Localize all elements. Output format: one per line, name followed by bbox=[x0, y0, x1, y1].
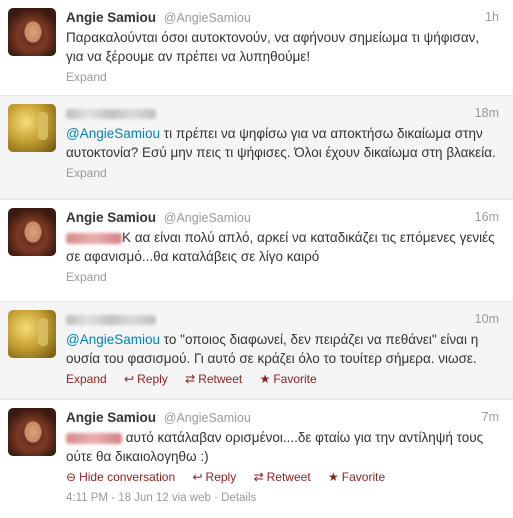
tweet-text: Παρακαλούνται όσοι αυτοκτονούν, να αφήνο… bbox=[66, 30, 480, 64]
hide-conversation-button[interactable]: ⊖ Hide conversation bbox=[66, 470, 175, 484]
reply-button[interactable]: ↩ Reply bbox=[124, 372, 168, 386]
fullname[interactable]: Angie Samiou bbox=[66, 410, 156, 425]
tweet-header: 18m bbox=[66, 104, 499, 123]
reply-label: Reply bbox=[205, 470, 237, 484]
tweet-header: Angie Samiou @AngieSamiou 7m bbox=[66, 408, 499, 427]
star-icon: ★ bbox=[259, 372, 271, 386]
retweet-icon: ⇄ bbox=[253, 470, 264, 484]
timestamp[interactable]: 1h bbox=[485, 8, 499, 27]
redacted-mention bbox=[66, 432, 122, 444]
favorite-button[interactable]: ★ Favorite bbox=[328, 470, 385, 484]
mention-link[interactable]: @AngieSamiou bbox=[66, 332, 160, 347]
tweet-body: Κ αα είναι πολύ απλό, αρκεί να καταδικάζ… bbox=[66, 230, 495, 264]
tweet-actions: Expand ↩ Reply ⇄ Retweet ★ Favorite bbox=[66, 370, 499, 388]
retweet-icon: ⇄ bbox=[185, 372, 196, 386]
username[interactable]: @AngieSamiou bbox=[164, 211, 251, 225]
favorite-label: Favorite bbox=[273, 372, 317, 386]
tweet-text: Κ αα είναι πολύ απλό, αρκεί να καταδικάζ… bbox=[66, 228, 499, 266]
conversation-timeline: Angie Samiou @AngieSamiou 1h Παρακαλούντ… bbox=[0, 0, 513, 518]
tweet-2[interactable]: 18m @AngieSamiou τι πρέπει να ψηφίσω για… bbox=[0, 96, 513, 200]
redacted-name bbox=[66, 315, 156, 326]
tweet-5[interactable]: Angie Samiou @AngieSamiou 7m αυτό κατάλα… bbox=[0, 400, 513, 518]
expand-link[interactable]: Expand bbox=[66, 270, 107, 284]
favorite-button[interactable]: ★ Favorite bbox=[260, 372, 317, 386]
hide-conversation-label: Hide conversation bbox=[79, 470, 176, 484]
timestamp[interactable]: 18m bbox=[475, 104, 499, 123]
tweet-1[interactable]: Angie Samiou @AngieSamiou 1h Παρακαλούντ… bbox=[0, 0, 513, 96]
expand-link[interactable]: Expand bbox=[66, 372, 107, 386]
avatar[interactable] bbox=[8, 208, 56, 256]
retweet-label: Retweet bbox=[266, 470, 311, 484]
favorite-label: Favorite bbox=[341, 470, 386, 484]
reply-icon: ↩ bbox=[192, 470, 203, 484]
reply-button[interactable]: ↩ Reply bbox=[192, 470, 236, 484]
tweet-content: Angie Samiou @AngieSamiou 7m αυτό κατάλα… bbox=[66, 408, 499, 504]
mention-link[interactable]: @AngieSamiou bbox=[66, 126, 160, 141]
tweet-content: 18m @AngieSamiou τι πρέπει να ψηφίσω για… bbox=[66, 104, 499, 182]
avatar[interactable] bbox=[8, 8, 56, 56]
tweet-header: 10m bbox=[66, 310, 499, 329]
reply-icon: ↩ bbox=[124, 372, 135, 386]
tweet-actions: Expand bbox=[66, 268, 499, 286]
tweet-actions: Expand bbox=[66, 164, 499, 182]
timestamp[interactable]: 10m bbox=[475, 310, 499, 329]
retweet-label: Retweet bbox=[198, 372, 243, 386]
username[interactable]: @AngieSamiou bbox=[164, 11, 251, 25]
tweet-text: αυτό κατάλαβαν ορισμένοι....δε φταίω για… bbox=[66, 428, 499, 466]
fullname[interactable]: Angie Samiou bbox=[66, 210, 156, 225]
expand-link[interactable]: Expand bbox=[66, 166, 107, 180]
tweet-4[interactable]: 10m @AngieSamiou το "οποιος διαφωνεί, δε… bbox=[0, 302, 513, 400]
tweet-header: Angie Samiou @AngieSamiou 1h bbox=[66, 8, 499, 27]
collapse-icon: ⊖ bbox=[66, 470, 77, 484]
tweet-text: @AngieSamiou τι πρέπει να ψηφίσω για να … bbox=[66, 124, 499, 162]
retweet-button[interactable]: ⇄ Retweet bbox=[185, 372, 242, 386]
tweet-content: Angie Samiou @AngieSamiou 16m Κ αα είναι… bbox=[66, 208, 499, 286]
redacted-mention bbox=[66, 232, 122, 244]
tweet-body: αυτό κατάλαβαν ορισμένοι....δε φταίω για… bbox=[66, 430, 484, 464]
redacted-name bbox=[66, 109, 156, 120]
avatar[interactable] bbox=[8, 408, 56, 456]
avatar[interactable] bbox=[8, 104, 56, 152]
tweet-text: @AngieSamiou το "οποιος διαφωνεί, δεν πε… bbox=[66, 330, 499, 368]
tweet-header: Angie Samiou @AngieSamiou 16m bbox=[66, 208, 499, 227]
tweet-actions: ⊖ Hide conversation ↩ Reply ⇄ Retweet ★ Favo… bbox=[66, 468, 499, 486]
tweet-content: Angie Samiou @AngieSamiou 1h Παρακαλούντ… bbox=[66, 8, 499, 86]
username[interactable]: @AngieSamiou bbox=[164, 411, 251, 425]
tweet-actions: Expand bbox=[66, 68, 499, 86]
retweet-button[interactable]: ⇄ Retweet bbox=[254, 470, 311, 484]
timestamp[interactable]: 7m bbox=[482, 408, 499, 427]
avatar[interactable] bbox=[8, 310, 56, 358]
tweet-content: 10m @AngieSamiou το "οποιος διαφωνεί, δε… bbox=[66, 310, 499, 388]
tweet-3[interactable]: Angie Samiou @AngieSamiou 16m Κ αα είναι… bbox=[0, 200, 513, 302]
tweet-meta: 4:11 PM - 18 Jun 12 via web · Details bbox=[66, 492, 257, 504]
fullname[interactable]: Angie Samiou bbox=[66, 10, 156, 25]
star-icon: ★ bbox=[328, 470, 339, 484]
timestamp[interactable]: 16m bbox=[475, 208, 499, 227]
expand-link[interactable]: Expand bbox=[66, 70, 107, 84]
reply-label: Reply bbox=[137, 372, 168, 386]
